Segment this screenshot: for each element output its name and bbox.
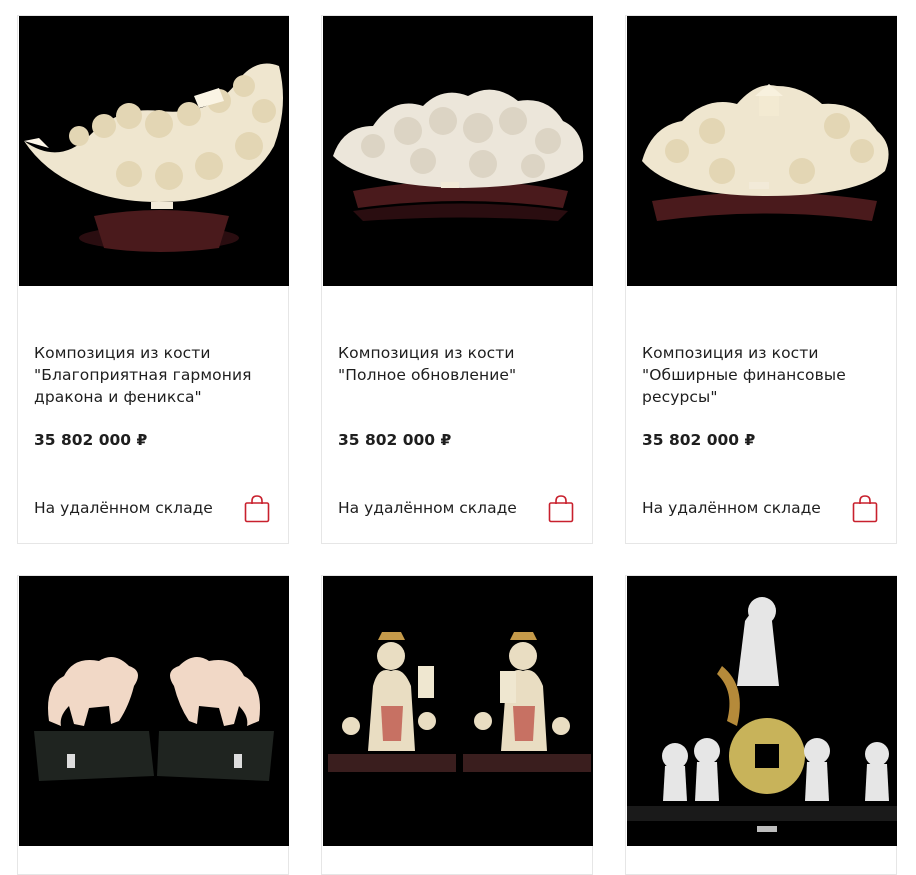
product-card[interactable] [321, 575, 593, 875]
product-image-financial-resources [627, 16, 897, 286]
product-price: 35 802 000 ₽ [338, 431, 452, 449]
product-grid: Композиция из кости "Благоприятная гармо… [0, 0, 916, 875]
product-image-renewal [323, 16, 593, 286]
product-image-coin-children [627, 576, 897, 846]
product-image[interactable] [627, 576, 897, 846]
product-card[interactable] [625, 575, 897, 875]
availability-status: На удалённом складе [642, 499, 821, 517]
product-title[interactable]: Композиция из кости "Обширные финансовые… [642, 342, 882, 408]
product-price: 35 802 000 ₽ [34, 431, 148, 449]
add-to-cart-button[interactable] [244, 495, 270, 523]
product-image-dragon-phoenix [19, 16, 289, 286]
product-image[interactable] [323, 576, 593, 846]
product-image[interactable] [627, 16, 897, 286]
availability-status: На удалённом складе [34, 499, 213, 517]
product-title[interactable]: Композиция из кости "Благоприятная гармо… [34, 342, 274, 408]
availability-status: На удалённом складе [338, 499, 517, 517]
product-card[interactable]: Композиция из кости "Благоприятная гармо… [17, 15, 289, 544]
product-card[interactable] [17, 575, 289, 875]
product-title[interactable]: Композиция из кости "Полное обновление" [338, 342, 578, 386]
shopping-bag-icon [852, 495, 878, 523]
product-card[interactable]: Композиция из кости "Обширные финансовые… [625, 15, 897, 544]
product-image[interactable] [19, 576, 289, 846]
product-image[interactable] [323, 16, 593, 286]
product-card[interactable]: Композиция из кости "Полное обновление" … [321, 15, 593, 544]
product-image-qilin-pair [19, 576, 289, 846]
product-image-wealth-gods [323, 576, 593, 846]
shopping-bag-icon [244, 495, 270, 523]
add-to-cart-button[interactable] [548, 495, 574, 523]
product-price: 35 802 000 ₽ [642, 431, 756, 449]
product-image[interactable] [19, 16, 289, 286]
add-to-cart-button[interactable] [852, 495, 878, 523]
shopping-bag-icon [548, 495, 574, 523]
